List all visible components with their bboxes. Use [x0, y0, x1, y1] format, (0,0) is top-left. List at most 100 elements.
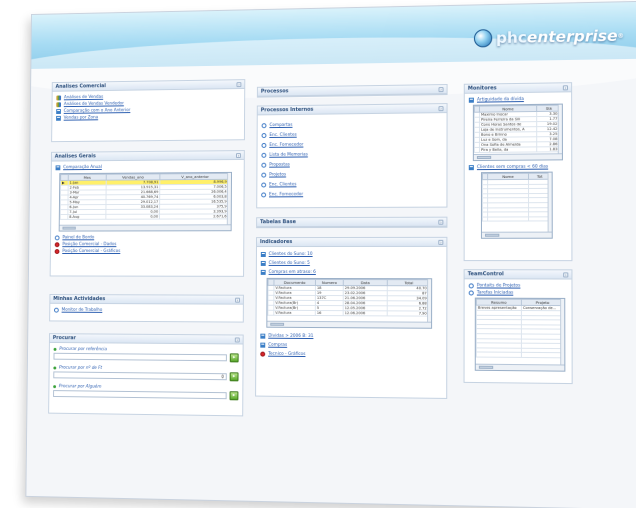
collapse-icon[interactable]: › [438, 239, 443, 244]
link-label[interactable]: Enc. Fornecedor [269, 192, 303, 197]
link-label[interactable]: Pontaits de Projetos [477, 283, 521, 288]
horizontal-scrollbar[interactable] [479, 366, 493, 369]
link-tecnico-graficos[interactable]: Tecnico - Gráficos [260, 350, 442, 361]
link-label[interactable]: Tarefas Iniciadas [477, 290, 513, 295]
link-label[interactable]: Compras em atraso: 6 [269, 270, 316, 275]
circle-arrow-icon [261, 192, 266, 197]
search-input-alguem[interactable] [53, 390, 227, 399]
link-monitor-trabalho[interactable]: Monitor de Trabalho [54, 307, 239, 315]
link-tarefas-iniciadas[interactable]: Tarefas Iniciadas [469, 289, 568, 296]
search-input-referencia[interactable] [53, 353, 226, 362]
vertical-scrollbar[interactable] [227, 173, 231, 224]
search-go-button[interactable]: ▸ [230, 391, 239, 400]
cell: 12.06.2006 [343, 311, 387, 316]
horizontal-scrollbar[interactable] [62, 227, 75, 230]
table-row[interactable]: Pira y Bella, da 1.838 [474, 147, 561, 153]
link-label[interactable]: Enc. Clientes [269, 132, 296, 137]
link-label[interactable]: Enc. Clientes [269, 182, 296, 187]
panel-indicadores: Indicadores › Clientes do Suno: 10 Clien… [255, 237, 447, 399]
link-compras-atraso[interactable]: Compras em atraso: 6 [261, 268, 443, 277]
search-go-button[interactable]: ▸ [230, 353, 239, 362]
vertical-scrollbar[interactable] [427, 279, 431, 321]
link-label[interactable]: Análises de Vendas Vendedor [64, 101, 124, 107]
link-label[interactable]: Posição Comercial - Dados [62, 242, 116, 247]
collapse-icon[interactable]: › [563, 272, 568, 277]
panel-title: Procurar [53, 335, 76, 341]
search-go-button[interactable]: ▸ [230, 372, 239, 381]
grid-pager[interactable] [267, 321, 431, 328]
tarefas-grid[interactable]: Resumo Projeto Breves apresentação Conser… [475, 298, 566, 372]
link-label[interactable]: Comparação Anual [63, 165, 102, 170]
collapse-icon[interactable]: › [438, 219, 443, 224]
link-comparacao-anual[interactable]: Comparação Anual [56, 163, 240, 171]
antiguidade-grid[interactable]: Nome Stk Maximo Inocar 3.304 Pireira Ferr… [473, 104, 563, 162]
link-label[interactable]: Compartas [269, 122, 292, 127]
panel-header: Processos › [258, 85, 447, 97]
collapse-icon[interactable]: › [563, 85, 568, 90]
table-row[interactable]: 8-Aug 0,00 2.671,68 [60, 214, 230, 219]
circle-arrow-icon [469, 290, 474, 295]
link-label[interactable]: Comparação com o Ano Anterior [64, 108, 131, 114]
grid-pager[interactable] [476, 364, 565, 371]
collapse-icon[interactable]: › [235, 337, 240, 342]
circle-arrow-icon [261, 162, 266, 167]
grid-pager[interactable] [474, 153, 562, 160]
grid-pager[interactable] [60, 224, 231, 230]
link-label[interactable]: Clientes do Suno: 10 [269, 252, 313, 257]
link-label[interactable]: Projetos [269, 172, 286, 177]
vertical-scrollbar[interactable] [558, 105, 562, 154]
link-label[interactable]: Artiguidade da dívida [477, 97, 524, 103]
link-clientes-suno-10[interactable]: Clientes do Suno: 10 [261, 250, 443, 259]
link-label[interactable]: Posição Comercial - Gráficos [62, 249, 120, 254]
clientes-sem-compras-grid[interactable]: Nome Tot [481, 172, 553, 239]
link-clientes-sem-compras[interactable]: Clientes sem compras < 60 dias [469, 163, 567, 171]
table-row[interactable]: V.Factura 16 12.06.2006 7.905 [268, 310, 431, 316]
link-clientes-suno-5[interactable]: Clientes do Suno: 5 [261, 259, 443, 268]
portal-header: phc enterprise ® [31, 2, 636, 69]
horizontal-scrollbar[interactable] [270, 323, 284, 326]
bar-chart-icon [261, 261, 266, 266]
circle-arrow-icon [54, 308, 59, 313]
link-label[interactable]: Enc. Fornecedor [269, 142, 303, 147]
link-label[interactable]: Propostas [269, 162, 290, 167]
collapse-icon[interactable]: › [236, 82, 241, 87]
collapse-icon[interactable]: › [439, 87, 444, 92]
cell: V.Factura [274, 310, 316, 315]
bullet-icon [53, 385, 56, 388]
link-label[interactable]: Lista de Memorias [269, 152, 308, 157]
collapse-icon[interactable]: › [438, 106, 443, 111]
bullet-icon [53, 366, 56, 369]
link-label[interactable]: Vendas por Zona [64, 115, 98, 120]
link-vendas-zona[interactable]: Vendas por Zona [56, 113, 240, 122]
collapse-icon[interactable]: › [236, 153, 241, 158]
panel-title: Indicadores [260, 239, 292, 245]
bar-chart-icon [469, 165, 474, 170]
link-label[interactable]: Compras [268, 343, 287, 348]
link-label[interactable]: Análises de Vendas [64, 95, 103, 100]
link-label[interactable]: Clientes sem compras < 60 dias [477, 165, 548, 171]
vertical-scrollbar[interactable] [548, 173, 552, 232]
grid-pager[interactable] [482, 232, 552, 238]
panel-monitores: Monitores › Artiguidade da dívida Nome S… [464, 82, 573, 261]
comparacao-anual-grid[interactable]: Mes Vendas_ano V_ano_anterior ▶ 1-Jan 7.70… [59, 172, 232, 232]
collapse-icon[interactable]: › [235, 297, 240, 302]
horizontal-scrollbar[interactable] [485, 234, 499, 237]
link-label[interactable]: Clientes do Suno: 5 [269, 261, 310, 266]
link-antiguidade-divida[interactable]: Artiguidade da dívida [469, 95, 567, 103]
horizontal-scrollbar[interactable] [477, 156, 491, 159]
panel-processos-internos: Processos Internos › Compartas Enc. Clie… [256, 103, 447, 208]
search-input-numero-ft[interactable] [53, 371, 226, 380]
panel-title: Processos Internos [261, 107, 314, 114]
compras-atraso-grid[interactable]: Documento Numero Data Total V.Factura 18 2… [266, 278, 432, 329]
link-label[interactable]: Painel de Bordo [62, 235, 94, 240]
link-posicao-comercial-graficos[interactable]: Posição Comercial - Gráficos [55, 248, 240, 255]
link-enc-fornecedor-2[interactable]: Enc. Fornecedor [261, 188, 442, 199]
panel-title: Analises Comercial [56, 83, 106, 90]
vertical-scrollbar[interactable] [560, 299, 564, 365]
phc-logo: phc enterprise ® [474, 25, 624, 50]
link-label[interactable]: Dividas > 2006 B: 31 [268, 334, 313, 339]
circle-arrow-icon [261, 142, 266, 147]
link-label[interactable]: Monitor de Trabalho [62, 308, 103, 313]
field-label: Procurar por referência [59, 346, 107, 351]
link-label[interactable]: Tecnico - Gráficos [268, 352, 305, 357]
